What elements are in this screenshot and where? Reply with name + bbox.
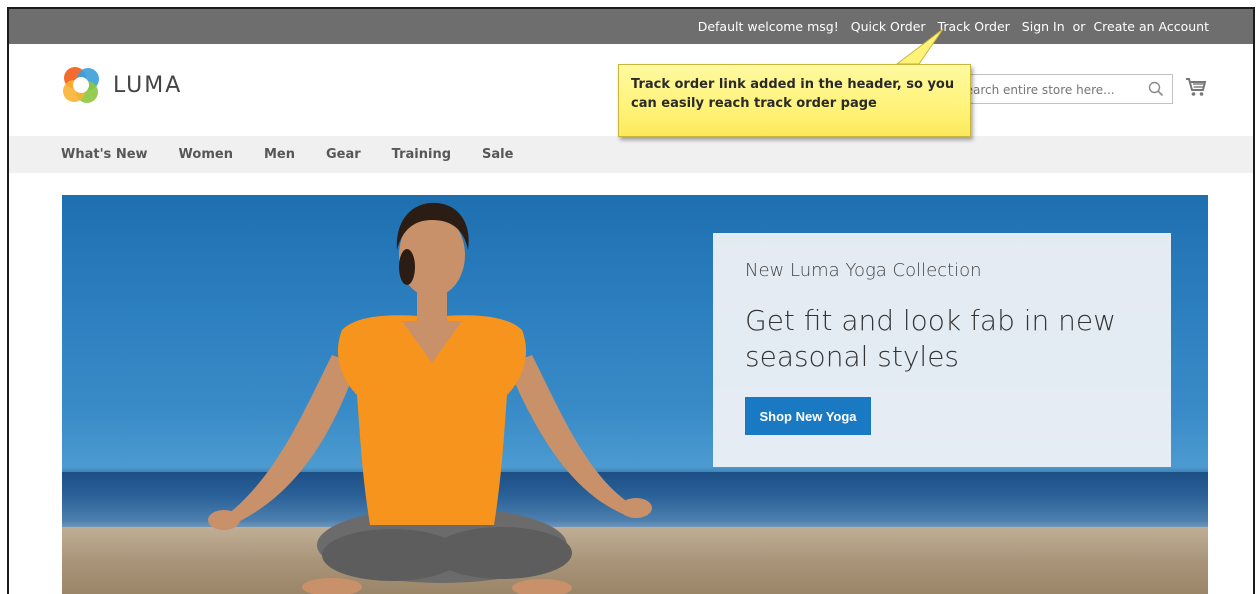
nav-women[interactable]: Women [179, 147, 233, 162]
nav-sale[interactable]: Sale [482, 147, 513, 162]
nav-men[interactable]: Men [264, 147, 295, 162]
yoga-model-image [208, 202, 652, 594]
annotation-callout: Track order link added in the header, so… [618, 64, 971, 137]
promo-headline: Get fit and look fab in new seasonal sty… [745, 304, 1117, 373]
hero-banner[interactable]: New Luma Yoga Collection Get fit and loo… [62, 195, 1208, 594]
promo-subtitle: New Luma Yoga Collection [745, 260, 982, 281]
nav-gear[interactable]: Gear [326, 147, 361, 162]
shop-new-yoga-button[interactable]: Shop New Yoga [745, 397, 871, 435]
nav-whats-new[interactable]: What's New [61, 147, 148, 162]
promo-panel: New Luma Yoga Collection Get fit and loo… [713, 233, 1171, 467]
nav-training[interactable]: Training [392, 147, 451, 162]
callout-text: Track order link added in the header, so… [631, 77, 955, 111]
browser-viewport: Default welcome msg! Quick Order Track O… [7, 7, 1255, 594]
